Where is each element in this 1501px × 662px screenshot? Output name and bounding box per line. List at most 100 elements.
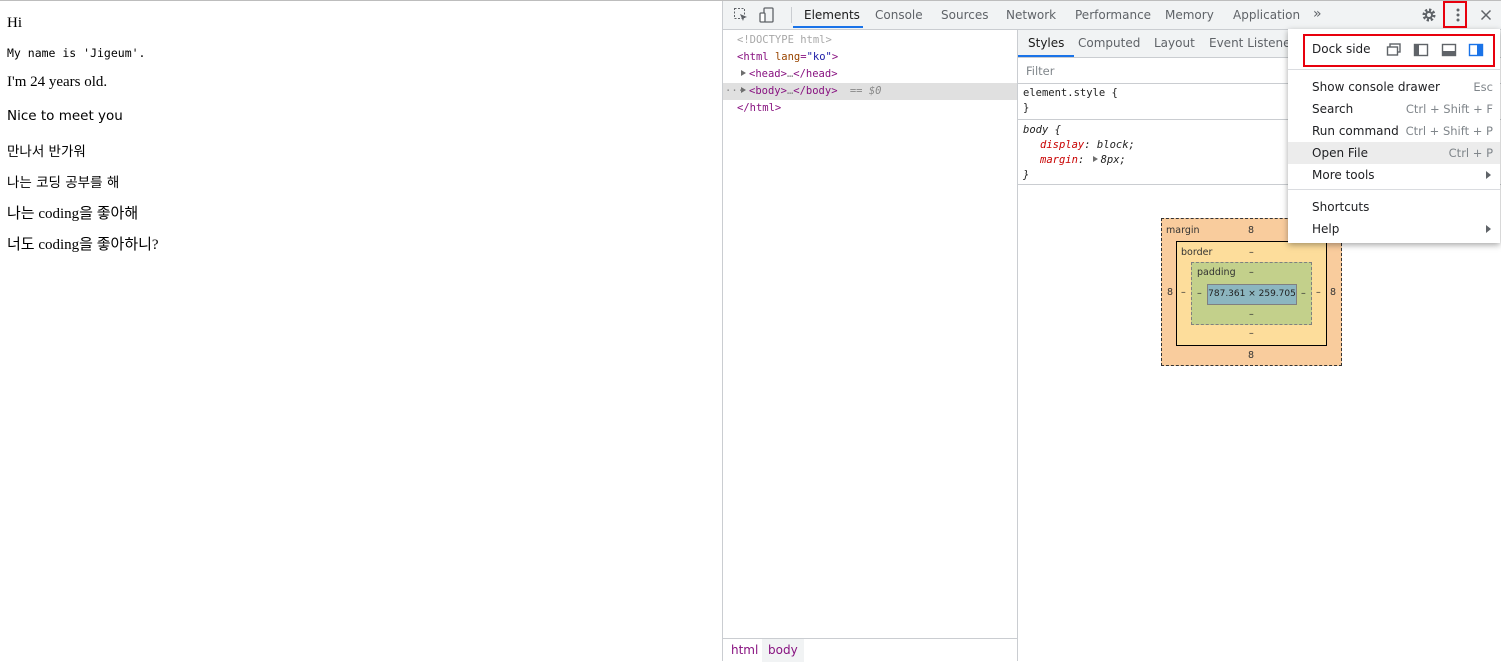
menu-item-label: Show console drawer bbox=[1312, 80, 1440, 94]
dom-node-head[interactable]: <head>…</head> bbox=[723, 66, 1017, 83]
margin-bottom-value[interactable]: 8 bbox=[1248, 350, 1254, 361]
settings-gear-icon[interactable] bbox=[1421, 7, 1437, 23]
tab-application[interactable]: Application bbox=[1233, 1, 1300, 29]
tab-network[interactable]: Network bbox=[1006, 1, 1056, 29]
padding-label: padding bbox=[1197, 267, 1236, 278]
head-open-tag: <head> bbox=[749, 68, 787, 80]
page-text-name: My name is 'Jigeum'. bbox=[7, 46, 146, 60]
dom-node-html[interactable]: <html lang="ko"> bbox=[723, 49, 1017, 66]
margin-property: margin bbox=[1040, 154, 1078, 166]
submenu-arrow-icon bbox=[1486, 225, 1491, 233]
more-tabs-button[interactable]: » bbox=[1313, 1, 1322, 27]
tab-computed[interactable]: Computed bbox=[1078, 30, 1140, 57]
border-label: border bbox=[1181, 247, 1213, 258]
menu-item-show-console-drawer[interactable]: Show console drawer Esc bbox=[1288, 76, 1500, 98]
menu-item-shortcut: Ctrl + P bbox=[1448, 146, 1493, 160]
tab-layout[interactable]: Layout bbox=[1154, 30, 1195, 57]
menu-item-label: Search bbox=[1312, 102, 1354, 116]
padding-left-value[interactable]: – bbox=[1197, 288, 1202, 299]
page-text-korean-greeting: 만나서 반가워 bbox=[7, 144, 86, 160]
kebab-highlight-box bbox=[1443, 1, 1467, 28]
expand-shorthand-icon[interactable] bbox=[1092, 156, 1098, 162]
selected-node-marker: == $0 bbox=[849, 85, 882, 97]
margin-label: margin bbox=[1166, 225, 1200, 236]
menu-item-label: Open File bbox=[1312, 146, 1368, 160]
menu-item-label: Run command bbox=[1312, 124, 1399, 138]
node-actions-dots[interactable]: ··· bbox=[725, 83, 744, 100]
tab-sources[interactable]: Sources bbox=[941, 1, 988, 29]
tab-performance[interactable]: Performance bbox=[1075, 1, 1151, 29]
menu-item-label: More tools bbox=[1312, 168, 1375, 182]
breadcrumb-html[interactable]: html bbox=[725, 639, 764, 662]
active-tab-indicator bbox=[793, 26, 863, 28]
html-close-tag: </html> bbox=[737, 102, 782, 114]
devtools-toolbar: Elements Console Sources Network Perform… bbox=[723, 1, 1501, 30]
border-left-value[interactable]: – bbox=[1181, 287, 1186, 298]
dom-node-body[interactable]: ··· <body>…</body> == $0 bbox=[723, 83, 1017, 100]
dom-node-doctype[interactable]: <!DOCTYPE html> bbox=[723, 32, 1017, 49]
inspect-element-icon[interactable] bbox=[733, 7, 749, 23]
element-style-close: } bbox=[1023, 102, 1030, 114]
border-right-value[interactable]: – bbox=[1316, 287, 1321, 298]
toolbar-separator bbox=[791, 7, 792, 23]
menu-item-label: Shortcuts bbox=[1312, 200, 1370, 214]
page-text-greeting: Nice to meet you bbox=[7, 108, 123, 124]
border-top-value[interactable]: – bbox=[1249, 247, 1254, 258]
margin-right-value[interactable]: 8 bbox=[1330, 287, 1336, 298]
doctype-text: <!DOCTYPE html> bbox=[737, 34, 832, 46]
page-text-age: I'm 24 years old. bbox=[7, 74, 108, 90]
dom-tree: <!DOCTYPE html> <html lang="ko"> <head>…… bbox=[723, 30, 1017, 638]
menu-separator bbox=[1288, 69, 1500, 70]
dom-node-html-close[interactable]: </html> bbox=[723, 100, 1017, 117]
menu-item-label: Help bbox=[1312, 222, 1340, 236]
body-rule-close: } bbox=[1023, 169, 1030, 181]
box-model-border[interactable]: border – – – – padding – – – – 787.361 ×… bbox=[1176, 241, 1327, 346]
body-selector: body { bbox=[1023, 124, 1061, 136]
tab-styles[interactable]: Styles bbox=[1028, 30, 1064, 57]
element-style-selector: element.style { bbox=[1023, 87, 1118, 99]
tab-elements[interactable]: Elements bbox=[804, 1, 860, 29]
menu-item-run-command[interactable]: Run command Ctrl + Shift + P bbox=[1288, 120, 1500, 142]
page-text-korean-study: 나는 코딩 공부를 해 bbox=[7, 175, 120, 191]
body-close-tag: </body> bbox=[793, 85, 838, 97]
menu-item-help[interactable]: Help bbox=[1288, 218, 1500, 240]
styles-filter-input[interactable] bbox=[1024, 62, 1268, 80]
styles-active-indicator bbox=[1018, 55, 1074, 57]
tab-console[interactable]: Console bbox=[875, 1, 923, 29]
page-text-korean-like: 나는 coding을 좋아해 bbox=[7, 206, 139, 222]
box-model-content-size[interactable]: 787.361 × 259.705 bbox=[1207, 284, 1297, 305]
padding-right-value[interactable]: – bbox=[1301, 288, 1306, 299]
breadcrumb: html body bbox=[723, 638, 1017, 662]
menu-item-more-tools[interactable]: More tools bbox=[1288, 164, 1500, 186]
menu-item-shortcuts[interactable]: Shortcuts bbox=[1288, 196, 1500, 218]
margin-top-value[interactable]: 8 bbox=[1248, 225, 1254, 236]
display-property: display bbox=[1040, 139, 1085, 151]
menu-separator bbox=[1288, 189, 1500, 190]
padding-top-value[interactable]: – bbox=[1249, 267, 1254, 278]
tab-memory[interactable]: Memory bbox=[1165, 1, 1214, 29]
margin-value: 8px; bbox=[1100, 154, 1126, 166]
menu-item-shortcut: Ctrl + Shift + F bbox=[1405, 102, 1493, 116]
page-viewport: Hi My name is 'Jigeum'. I'm 24 years old… bbox=[0, 1, 722, 661]
menu-item-search[interactable]: Search Ctrl + Shift + F bbox=[1288, 98, 1500, 120]
declaration-margin[interactable]: margin: 8px; bbox=[1040, 153, 1126, 168]
html-attr-value: "ko" bbox=[806, 51, 832, 63]
menu-item-shortcut: Ctrl + Shift + P bbox=[1405, 124, 1493, 138]
menu-item-open-file[interactable]: Open File Ctrl + P bbox=[1288, 142, 1500, 164]
margin-left-value[interactable]: 8 bbox=[1167, 287, 1173, 298]
head-close-tag: </head> bbox=[793, 68, 838, 80]
breadcrumb-body[interactable]: body bbox=[762, 639, 804, 662]
close-icon[interactable] bbox=[1478, 7, 1494, 23]
dock-side-highlight-box bbox=[1303, 34, 1495, 67]
expand-triangle-icon[interactable] bbox=[741, 70, 746, 76]
border-bottom-value[interactable]: – bbox=[1249, 328, 1254, 339]
device-toolbar-icon[interactable] bbox=[759, 7, 775, 23]
declaration-display[interactable]: display: block; bbox=[1040, 138, 1135, 153]
box-model-padding[interactable]: padding – – – – 787.361 × 259.705 bbox=[1191, 262, 1312, 325]
body-open-tag: <body> bbox=[749, 85, 787, 97]
html-attr-name: lang bbox=[774, 51, 801, 63]
html-open-tag: <html bbox=[737, 51, 769, 63]
page-text-korean-question: 너도 coding을 좋아하니? bbox=[7, 237, 159, 253]
padding-bottom-value[interactable]: – bbox=[1249, 309, 1254, 320]
display-value: block; bbox=[1096, 139, 1135, 151]
